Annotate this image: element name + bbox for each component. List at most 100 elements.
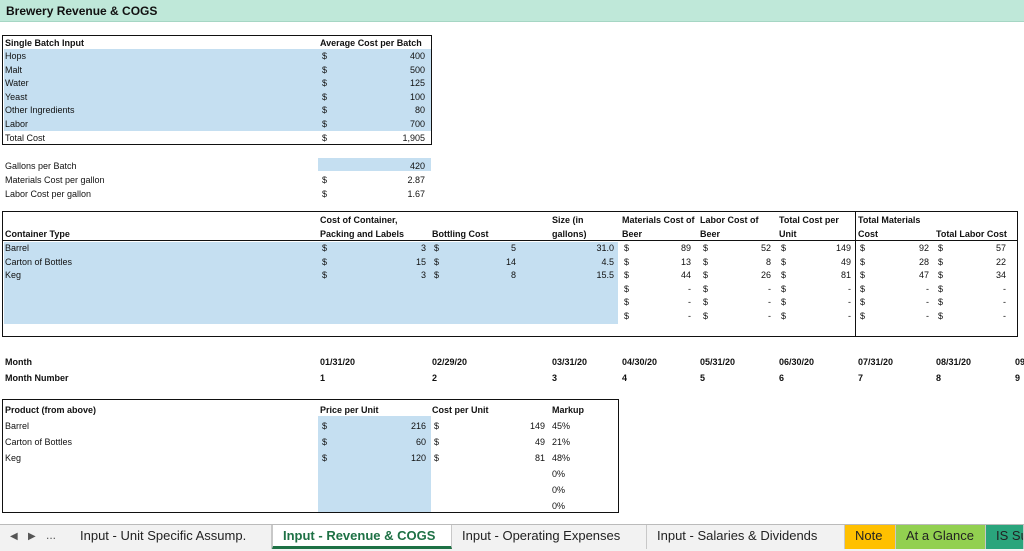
materials-value: - <box>688 311 691 321</box>
sheet-tab[interactable]: Input - Operating Expenses <box>452 525 647 549</box>
batch-item-value[interactable]: 80 <box>370 105 425 115</box>
batch-item-value[interactable]: 100 <box>370 92 425 102</box>
total-unit-value: - <box>848 297 851 308</box>
container-type[interactable]: Barrel <box>5 243 29 253</box>
header-total-materials: Total Materials <box>858 215 921 225</box>
total-materials-currency: $ <box>860 270 866 281</box>
header-total-cost-unit: Total Cost per <box>779 215 839 225</box>
header-product: Product (from above) <box>5 405 97 415</box>
price-currency: $ <box>322 437 328 447</box>
batch-item-value[interactable]: 500 <box>370 65 425 75</box>
labor-currency: $ <box>703 283 709 294</box>
materials-currency: $ <box>624 297 630 308</box>
size-value[interactable]: 15.5 <box>560 270 614 280</box>
gallon-row-currency: $ <box>322 189 328 199</box>
price-currency: $ <box>322 453 328 463</box>
month-date: 04/30/20 <box>622 357 658 367</box>
header-packing: Cost of Container, <box>320 215 398 225</box>
batch-item-label[interactable]: Total Cost <box>5 133 45 143</box>
total-unit-value: 149 <box>835 243 851 253</box>
total-labor-value: 34 <box>995 270 1006 281</box>
total-unit-currency: $ <box>781 256 787 267</box>
batch-item-value[interactable]: 400 <box>370 51 425 61</box>
gallon-row-value[interactable]: 420 <box>370 161 425 171</box>
scroll-right-icon[interactable]: ▶ <box>28 531 36 542</box>
batch-item-currency: $ <box>322 51 328 61</box>
packing-currency: $ <box>322 256 328 267</box>
packing-value[interactable]: 3 <box>380 270 426 280</box>
batch-item-value[interactable]: 125 <box>370 78 425 88</box>
total-unit-currency: $ <box>781 297 787 308</box>
labor-currency: $ <box>703 243 709 253</box>
size-value[interactable]: 4.5 <box>560 257 614 267</box>
container-header-rule <box>2 240 1018 241</box>
sheet-title: Brewery Revenue & COGS <box>6 4 158 18</box>
header-materials: Beer <box>622 229 643 239</box>
price-value[interactable]: 60 <box>380 437 426 447</box>
total-labor-value: 22 <box>995 256 1006 267</box>
packing-value[interactable]: 3 <box>380 243 426 253</box>
container-divider <box>855 211 856 337</box>
scroll-left-icon[interactable]: ◀ <box>10 531 18 542</box>
month-number: 2 <box>432 373 438 383</box>
labor-currency: $ <box>703 297 709 308</box>
total-unit-value: - <box>848 311 851 321</box>
batch-item-label[interactable]: Water <box>5 78 29 88</box>
total-labor-currency: $ <box>938 243 944 253</box>
header-price: Price per Unit <box>320 405 379 415</box>
total-labor-currency: $ <box>938 297 944 308</box>
batch-item-label[interactable]: Malt <box>5 65 22 75</box>
header-materials: Materials Cost of <box>622 215 695 225</box>
bottling-value[interactable]: 8 <box>480 270 516 280</box>
materials-currency: $ <box>624 270 630 281</box>
total-materials-value: 47 <box>918 270 929 281</box>
markup-value: 45% <box>552 421 571 431</box>
month-date: 07/31/20 <box>858 357 894 367</box>
batch-item-value[interactable]: 700 <box>370 119 425 129</box>
total-unit-currency: $ <box>781 243 787 253</box>
month-date: 09 <box>1015 357 1024 367</box>
sheet-tab[interactable]: At a Glance <box>896 525 986 549</box>
total-labor-currency: $ <box>938 311 944 321</box>
sheet-tab[interactable]: Input - Revenue & COGS <box>272 525 452 549</box>
price-value[interactable]: 120 <box>380 453 426 463</box>
bottling-currency: $ <box>434 270 440 281</box>
cost-currency: $ <box>434 437 440 447</box>
batch-item-currency: $ <box>322 64 328 75</box>
batch-item-value[interactable]: 1,905 <box>370 133 425 143</box>
container-type[interactable]: Carton of Bottles <box>5 257 72 267</box>
sheet-tab[interactable]: Input - Unit Specific Assump. <box>70 525 272 549</box>
batch-item-label[interactable]: Other Ingredients <box>5 105 75 115</box>
packing-currency: $ <box>322 243 328 253</box>
month-date: 03/31/20 <box>552 357 588 367</box>
batch-item-label[interactable]: Labor <box>5 119 28 129</box>
sheet-tab[interactable]: Note <box>845 525 896 549</box>
gallon-row-label: Labor Cost per gallon <box>5 189 92 199</box>
sheet-tab[interactable]: Input - Salaries & Dividends <box>647 525 845 549</box>
month-label: Month <box>5 357 32 367</box>
bottling-value[interactable]: 14 <box>480 257 516 267</box>
more-tabs-button[interactable]: ... <box>46 528 56 542</box>
price-currency: $ <box>322 421 328 431</box>
labor-value: - <box>768 311 771 321</box>
labor-value: 52 <box>760 243 771 253</box>
materials-value: 89 <box>680 243 691 253</box>
total-labor-currency: $ <box>938 256 944 267</box>
gallon-row-currency: $ <box>322 175 328 185</box>
labor-currency: $ <box>703 311 709 321</box>
batch-item-label[interactable]: Yeast <box>5 92 27 102</box>
size-value[interactable]: 31.0 <box>560 243 614 253</box>
month-date: 05/31/20 <box>700 357 736 367</box>
gallon-row-label: Materials Cost per gallon <box>5 175 105 185</box>
gallon-row-label: Gallons per Batch <box>5 161 77 171</box>
container-type[interactable]: Keg <box>5 270 21 280</box>
cost-value: 49 <box>534 437 545 447</box>
sheet-tab[interactable]: IS Su <box>986 525 1024 549</box>
bottling-value[interactable]: 5 <box>480 243 516 253</box>
batch-item-label[interactable]: Hops <box>5 51 26 61</box>
total-materials-value: - <box>926 311 929 321</box>
month-date: 02/29/20 <box>432 357 468 367</box>
price-value[interactable]: 216 <box>380 421 426 431</box>
gallon-row-value: 2.87 <box>407 175 425 185</box>
packing-value[interactable]: 15 <box>380 257 426 267</box>
